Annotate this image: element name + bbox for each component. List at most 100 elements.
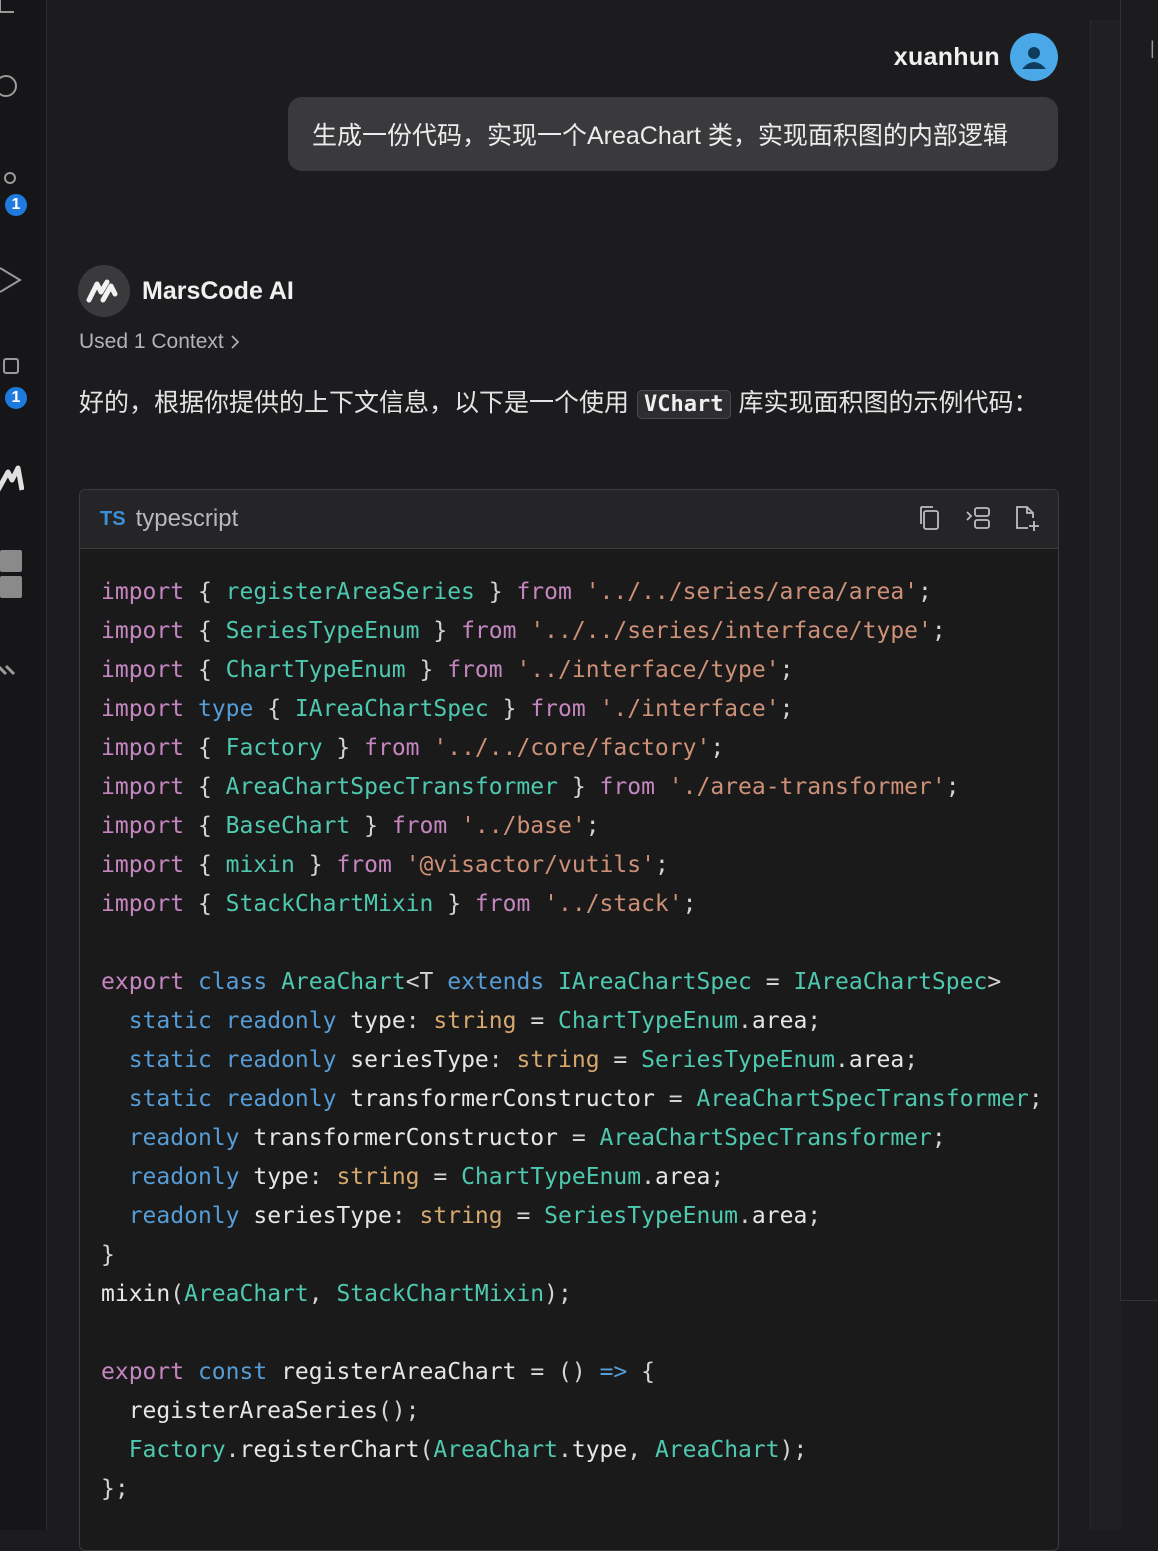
code-token: { <box>184 891 226 917</box>
code-token: from <box>461 618 517 644</box>
code-token: . <box>738 1008 752 1034</box>
code-token: from <box>336 852 392 878</box>
code-line: import { AreaChartSpecTransformer } from… <box>101 768 1058 807</box>
code-line: import { mixin } from '@visactor/vutils'… <box>101 846 1058 885</box>
code-token: ; <box>945 774 960 800</box>
code-token: . <box>225 1437 240 1463</box>
code-token: string <box>516 1047 600 1073</box>
code-token: SeriesTypeEnum <box>544 1203 739 1229</box>
code-token: { <box>184 735 226 761</box>
code-token: import <box>101 852 185 878</box>
code-token: '../base' <box>461 813 586 839</box>
code-token: . <box>835 1047 849 1073</box>
reply-prefix: 好的，根据你提供的上下文信息，以下是一个使用 <box>79 389 630 417</box>
ts-lang-icon: TS <box>100 507 126 530</box>
code-line: import { ChartTypeEnum } from '../interf… <box>101 651 1058 690</box>
code-token: = () <box>516 1359 600 1385</box>
copy-icon[interactable] <box>916 504 944 532</box>
code-token: from <box>474 891 531 917</box>
code-token: AreaChart <box>184 1281 309 1307</box>
code-token: { <box>184 579 226 605</box>
code-token: export <box>101 1359 185 1385</box>
code-token: AreaChartSpecTransformer <box>696 1086 1029 1112</box>
new-file-icon[interactable] <box>1012 504 1040 532</box>
code-token: area <box>654 1164 711 1190</box>
code-token: registerAreaChart <box>281 1359 517 1385</box>
code-token: ; <box>807 1203 822 1229</box>
code-line: mixin(AreaChart, StackChartMixin); <box>101 1275 1058 1314</box>
code-token: ( <box>419 1437 434 1463</box>
context-toggle[interactable]: Used 1 Context <box>79 330 240 354</box>
code-token: ; <box>918 579 932 605</box>
code-token: { <box>184 657 226 683</box>
explorer-icon[interactable] <box>0 0 24 20</box>
code-token: , <box>308 1281 337 1307</box>
layout-icon[interactable] <box>0 548 26 600</box>
ai-name: MarsCode AI <box>142 276 294 305</box>
code-token: '../../series/area/area' <box>585 579 919 605</box>
code-token: readonly <box>225 1008 337 1034</box>
code-token: transformerConstructor <box>253 1125 558 1151</box>
remote-icon[interactable] <box>0 656 24 684</box>
code-token: = <box>502 1203 545 1229</box>
user-icon <box>1022 47 1046 69</box>
code-token: ; <box>904 1047 919 1073</box>
user-message-bubble: 生成一份代码，实现一个AreaChart 类，实现面积图的内部逻辑 <box>288 97 1058 171</box>
code-token: import <box>101 657 185 683</box>
code-token: = <box>599 1047 642 1073</box>
avatar[interactable] <box>1010 33 1058 81</box>
code-token: ; <box>682 891 697 917</box>
code-token: BaseChart <box>225 813 351 839</box>
code-token: = <box>516 1008 559 1034</box>
code-token: Factory <box>128 1437 226 1463</box>
ai-reply-text: 好的，根据你提供的上下文信息，以下是一个使用 VChart 库实现面积图的示例代码： <box>79 382 1054 426</box>
code-token: } <box>474 579 517 605</box>
code-token: { <box>184 852 226 878</box>
insert-code-icon[interactable] <box>964 504 992 532</box>
code-token: } <box>433 891 475 917</box>
code-token: , <box>627 1437 655 1463</box>
code-token: } <box>557 774 600 800</box>
marscode-icon[interactable] <box>0 464 24 492</box>
code-line: import { BaseChart } from '../base'; <box>101 807 1058 846</box>
chevron-right-icon <box>231 335 239 349</box>
extensions-icon[interactable] <box>0 355 24 383</box>
code-line: static readonly transformerConstructor =… <box>101 1080 1058 1119</box>
code-token: . <box>558 1437 572 1463</box>
scroll-gutter[interactable] <box>1090 20 1121 1530</box>
code-token: from <box>530 696 586 722</box>
code-token: StackChartMixin <box>336 1281 545 1307</box>
search-icon[interactable] <box>0 72 24 100</box>
code-token: } <box>488 696 531 722</box>
code-token: import <box>101 735 185 761</box>
code-token: '../interface/type' <box>516 657 780 683</box>
code-line: readonly type: string = ChartTypeEnum.ar… <box>101 1158 1058 1197</box>
code-token: static <box>128 1086 212 1112</box>
code-token: from <box>364 735 420 761</box>
user-message-header: xuanhun <box>894 33 1058 81</box>
code-token: { <box>253 696 295 722</box>
code-token: import <box>101 696 185 722</box>
code-line: import { registerAreaSeries } from '../.… <box>101 573 1058 612</box>
code-line: static readonly type: string = ChartType… <box>101 1002 1058 1041</box>
code-line: }; <box>101 1470 1058 1509</box>
code-token: '../stack' <box>544 891 683 917</box>
code-token: ChartTypeEnum <box>558 1008 739 1034</box>
code-token: = <box>557 1125 600 1151</box>
code-content[interactable]: import { registerAreaSeries } from '../.… <box>80 549 1058 1509</box>
code-token: } <box>405 657 448 683</box>
code-token: IAreaChartSpec <box>294 696 489 722</box>
run-debug-icon[interactable] <box>0 266 24 294</box>
code-token: } <box>419 618 462 644</box>
